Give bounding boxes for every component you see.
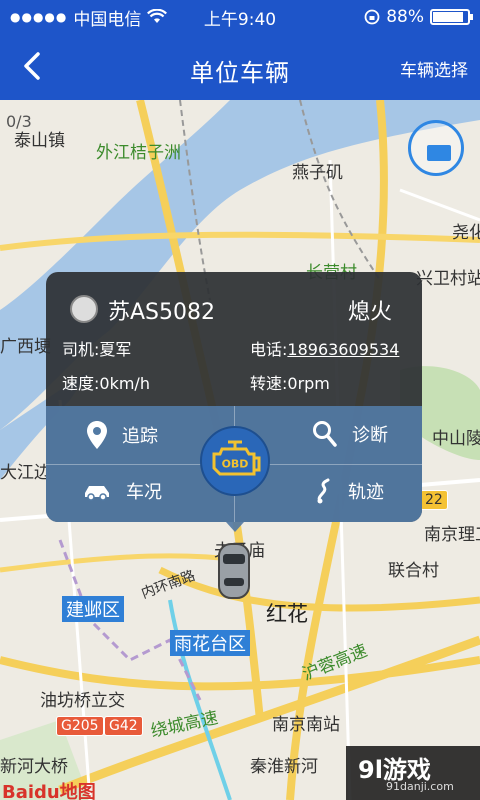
- map-label: 中山陵: [432, 429, 480, 449]
- map-label: 大江边: [0, 463, 51, 483]
- condition-button[interactable]: 车况: [82, 478, 162, 504]
- map-label: 广西埂: [0, 337, 51, 357]
- magnifier-icon: [313, 421, 337, 447]
- track-button[interactable]: 追踪: [86, 420, 158, 450]
- highway-shield: 22: [420, 490, 448, 510]
- map-label: 建邺区: [62, 596, 124, 622]
- plate-number: 苏AS5082: [108, 300, 216, 325]
- map-label: 红花: [266, 602, 308, 626]
- vehicle-car-icon[interactable]: [216, 540, 252, 602]
- engine-obd-icon: OBD: [212, 440, 261, 476]
- trajectory-label: 轨迹: [348, 482, 384, 503]
- trajectory-button[interactable]: 轨迹: [314, 478, 384, 504]
- phone-label: 电话:: [250, 340, 288, 359]
- map-label: 雨花台区: [170, 630, 250, 656]
- car-icon: [85, 486, 109, 501]
- vehicle-marker-icon: [427, 145, 451, 161]
- battery-icon: [430, 9, 473, 25]
- card-pointer: [226, 522, 244, 532]
- vehicle-select-button[interactable]: 车辆选择: [400, 56, 468, 81]
- track-label: 追踪: [122, 426, 158, 447]
- baidu-map-logo: Baidu地图: [2, 782, 96, 800]
- highway-shield: G42: [104, 716, 143, 736]
- vehicle-info-section: 苏AS5082 熄火 司机:夏军 电话:18963609534 速度:0km/h…: [46, 272, 422, 406]
- watermark-site: 91danji.com: [386, 780, 454, 793]
- app-header: ●●●●● 中国电信 上午9:40 88% 单位车辆 车辆选择: [0, 0, 480, 100]
- action-panel: 追踪 诊断 车况 轨迹 OBD: [46, 406, 422, 522]
- nav-bar: 单位车辆 车辆选择: [0, 34, 480, 100]
- status-time: 上午9:40: [203, 9, 277, 30]
- map-label: 燕子矶: [292, 163, 343, 183]
- map-view[interactable]: 0/3 泰山镇 外江桔子洲 燕子矶 尧化 长营村 兴卫村站 广西埂 大江边 中山…: [0, 100, 480, 800]
- obd-button[interactable]: OBD: [200, 426, 270, 496]
- speed-label: 速度:0km/h: [62, 374, 150, 393]
- location-pin-icon: [87, 421, 107, 449]
- map-label: 联合村: [388, 561, 439, 581]
- map-label: 尧化: [452, 223, 480, 243]
- map-label: 兴卫村站: [416, 269, 480, 289]
- map-label: 南京理工: [424, 525, 480, 545]
- map-label: 南京南站: [272, 715, 340, 735]
- map-label: 油坊桥立交: [40, 691, 125, 711]
- locate-vehicle-button[interactable]: [408, 120, 464, 176]
- engine-status: 熄火: [347, 300, 392, 325]
- obd-text: OBD: [222, 458, 249, 471]
- map-label: 泰山镇: [14, 131, 65, 151]
- car-brand-logo: [70, 295, 98, 323]
- status-bar: ●●●●● 中国电信 上午9:40 88%: [0, 0, 480, 34]
- watermark: 9l游戏 91danji.com: [346, 746, 480, 800]
- diagnose-label: 诊断: [352, 425, 388, 446]
- condition-label: 车况: [126, 482, 162, 503]
- map-label: 外江桔子洲: [96, 143, 181, 163]
- highway-shield: G205: [56, 716, 104, 736]
- map-label: 新河大桥: [0, 757, 68, 777]
- map-label: 秦淮新河: [250, 757, 318, 777]
- route-icon: [317, 478, 330, 504]
- diagnose-button[interactable]: 诊断: [312, 420, 388, 448]
- phone-row: 电话:18963609534: [250, 336, 399, 360]
- driver-label: 司机:夏军: [62, 340, 132, 359]
- phone-link[interactable]: 18963609534: [287, 340, 399, 359]
- vehicle-info-card: 苏AS5082 熄火 司机:夏军 电话:18963609534 速度:0km/h…: [46, 272, 422, 532]
- rpm-label: 转速:0rpm: [250, 374, 330, 393]
